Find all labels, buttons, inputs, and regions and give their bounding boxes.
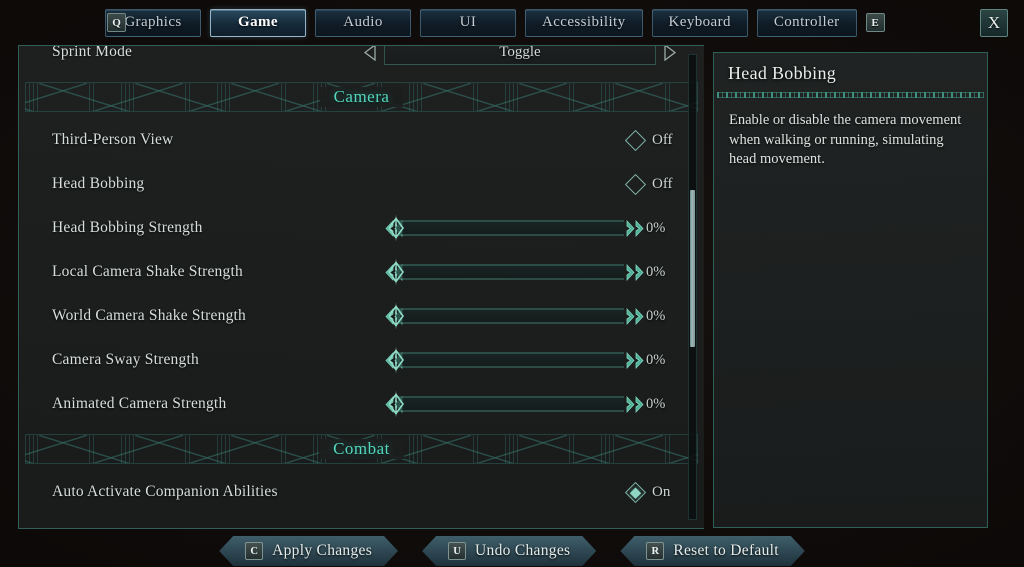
slider-increase-icon[interactable] — [626, 263, 644, 281]
action-key-badge: C — [245, 542, 263, 560]
slider-track-bar — [396, 308, 624, 324]
action-label: Reset to Default — [673, 542, 779, 559]
slider-value-label: 0% — [646, 263, 666, 280]
tab-keyboard[interactable]: Keyboard — [651, 8, 748, 37]
checkbox-state-label: Off — [652, 131, 673, 148]
checkbox-control[interactable]: Off — [624, 129, 676, 151]
settings-tabbar: Q Graphics Game Audio UI Accessibility Keyboa… — [0, 0, 1024, 45]
slider-decrease-icon[interactable] — [385, 395, 403, 413]
slider-increase-icon[interactable] — [626, 307, 644, 325]
slider-decrease-icon[interactable] — [385, 263, 403, 281]
checkbox-control[interactable]: Off — [624, 173, 676, 195]
tab-accessibility[interactable]: Accessibility — [525, 8, 643, 37]
tab-list: Graphics Game Audio UI Accessibility Keyboard… — [105, 8, 857, 37]
slider-value-label: 0% — [646, 395, 666, 412]
action-key-badge: U — [448, 542, 466, 560]
checkbox-state-label: Off — [652, 175, 673, 192]
setting-row[interactable]: Third-Person View Off — [19, 118, 704, 162]
selector-value-label[interactable]: Toggle — [384, 46, 656, 65]
close-settings-button[interactable]: X — [980, 9, 1008, 37]
setting-label: Animated Camera Strength — [52, 395, 227, 412]
slider-value-label: 0% — [646, 307, 666, 324]
action-label: Undo Changes — [475, 542, 571, 559]
section-header-camera: Camera — [25, 82, 698, 112]
setting-label: Head Bobbing — [52, 175, 145, 192]
selector-next-icon[interactable] — [664, 46, 677, 61]
settings-panel: Sprint Mode Toggle Camera Third-Person View… — [18, 45, 704, 529]
slider-track-bar — [396, 396, 624, 412]
action-label: Apply Changes — [272, 542, 373, 559]
setting-label: Sprint Mode — [52, 45, 133, 60]
option-selector-control[interactable]: Toggle — [363, 46, 677, 65]
slider-increase-icon[interactable] — [626, 395, 644, 413]
action-key-badge: R — [646, 542, 664, 560]
selector-previous-icon[interactable] — [363, 46, 376, 61]
slider-track-bar — [396, 264, 624, 280]
info-panel: Head Bobbing Enable or disable the camer… — [713, 52, 988, 528]
slider-track-bar — [396, 352, 624, 368]
next-tab-key-badge[interactable]: E — [865, 13, 885, 32]
slider-control[interactable]: 0% — [385, 214, 676, 242]
section-title: Camera — [319, 87, 404, 107]
tab-ui[interactable]: UI — [420, 8, 516, 37]
slider-control[interactable]: 0% — [385, 346, 676, 374]
info-panel-title: Head Bobbing — [728, 63, 837, 83]
setting-row[interactable]: Sprint Mode Toggle — [19, 45, 704, 74]
slider-track[interactable] — [388, 390, 624, 418]
slider-decrease-icon[interactable] — [385, 219, 403, 237]
action-bar: C Apply Changes U Undo Changes R Reset to Def… — [0, 534, 1024, 567]
action-apply-changes-button[interactable]: C Apply Changes — [219, 536, 398, 566]
setting-label: Camera Sway Strength — [52, 351, 199, 368]
tab-game[interactable]: Game — [210, 8, 306, 37]
diamond-checkbox-icon[interactable] — [624, 173, 647, 195]
section-title: Combat — [319, 439, 404, 459]
slider-track-bar — [396, 220, 624, 236]
info-panel-description: Enable or disable the camera movement wh… — [729, 112, 962, 168]
diamond-checkbox-icon[interactable] — [624, 129, 647, 151]
slider-track[interactable] — [388, 346, 624, 374]
slider-value-label: 0% — [646, 351, 666, 368]
slider-control[interactable]: 0% — [385, 258, 676, 286]
setting-row[interactable]: Head Bobbing Off — [19, 162, 704, 206]
diamond-checkbox-icon[interactable] — [624, 481, 647, 503]
setting-label: Third-Person View — [52, 131, 174, 148]
slider-control[interactable]: 0% — [385, 302, 676, 330]
setting-row[interactable]: Animated Camera Strength 0% — [19, 382, 704, 426]
slider-increase-icon[interactable] — [626, 351, 644, 369]
slider-track[interactable] — [388, 214, 624, 242]
action-undo-changes-button[interactable]: U Undo Changes — [422, 536, 596, 566]
checkbox-state-label: On — [652, 483, 671, 500]
setting-row[interactable]: World Camera Shake Strength 0% — [19, 294, 704, 338]
checkbox-control[interactable]: On — [624, 481, 676, 503]
slider-decrease-icon[interactable] — [385, 307, 403, 325]
setting-row[interactable]: Auto Activate Companion Abilities On — [19, 470, 704, 514]
setting-row[interactable]: Head Bobbing Strength 0% — [19, 206, 704, 250]
tab-audio[interactable]: Audio — [315, 8, 411, 37]
action-reset-to-default-button[interactable]: R Reset to Default — [620, 536, 805, 566]
settings-list: Sprint Mode Toggle Camera Third-Person View… — [19, 45, 704, 528]
slider-value-label: 0% — [646, 219, 666, 236]
setting-row[interactable]: Local Camera Shake Strength 0% — [19, 250, 704, 294]
slider-track[interactable] — [388, 258, 624, 286]
slider-increase-icon[interactable] — [626, 219, 644, 237]
setting-label: Auto Activate Companion Abilities — [52, 483, 278, 500]
tab-controller[interactable]: Controller — [756, 8, 857, 37]
settings-scrollbar[interactable] — [688, 54, 697, 520]
setting-label: Head Bobbing Strength — [52, 219, 203, 236]
section-header-combat: Combat — [25, 434, 698, 464]
setting-label: World Camera Shake Strength — [52, 307, 246, 324]
slider-decrease-icon[interactable] — [385, 351, 403, 369]
prev-tab-key-badge[interactable]: Q — [107, 13, 126, 32]
setting-label: Local Camera Shake Strength — [52, 263, 243, 280]
setting-row[interactable]: Camera Sway Strength 0% — [19, 338, 704, 382]
scrollbar-thumb[interactable] — [690, 189, 695, 348]
slider-track[interactable] — [388, 302, 624, 330]
slider-control[interactable]: 0% — [385, 390, 676, 418]
